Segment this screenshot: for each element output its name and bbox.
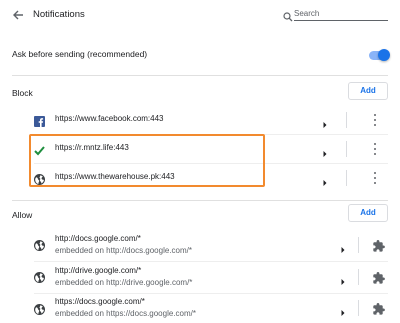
block-site-row[interactable]: https://www.facebook.com:443 [0,106,400,134]
row-separator [346,170,347,186]
site-url: https://r.mntz.life:443 [55,143,129,152]
allow-site-row[interactable]: https://docs.google.com/* embedded on ht… [0,294,400,323]
block-add-button[interactable]: Add [348,82,388,100]
allow-section-label: Allow [12,210,33,220]
page-title: Notifications [33,9,85,20]
site-url: https://docs.google.com/* [55,297,145,306]
site-embedded-on: embedded on http://drive.google.com/* [55,278,193,287]
chevron-right-icon[interactable] [321,174,329,186]
site-url: https://www.thewarehouse.pk:443 [55,172,175,181]
section-divider [12,75,388,76]
puzzle-icon[interactable] [373,271,385,284]
chevron-right-icon[interactable] [321,145,329,157]
search-icon [283,9,293,22]
site-url: https://www.facebook.com:443 [55,114,164,123]
row-separator [358,300,359,316]
site-embedded-on: embedded on https://docs.google.com/* [55,309,196,318]
more-options-icon[interactable] [372,114,378,126]
globe-icon [34,302,45,315]
row-separator [358,269,359,285]
row-separator [346,112,347,128]
site-url: http://drive.google.com/* [55,266,142,275]
section-divider [12,200,388,201]
allow-add-button[interactable]: Add [348,204,388,222]
globe-icon [34,238,45,251]
row-separator [346,141,347,157]
row-separator [358,237,359,253]
puzzle-icon[interactable] [373,302,385,315]
chevron-right-icon[interactable] [339,304,347,316]
site-url: http://docs.google.com/* [55,234,141,243]
search-input[interactable] [294,7,388,21]
chevron-right-icon[interactable] [339,241,347,253]
block-site-row[interactable]: https://www.thewarehouse.pk:443 [0,164,400,192]
arrow-left-icon[interactable] [12,8,24,22]
chevron-right-icon[interactable] [321,116,329,128]
toggle-knob [378,49,390,61]
allow-site-row[interactable]: http://docs.google.com/* embedded on htt… [0,230,400,260]
site-embedded-on: embedded on http://docs.google.com/* [55,246,192,255]
block-site-row[interactable]: https://r.mntz.life:443 [0,135,400,163]
green-check-icon [34,143,45,156]
allow-site-row[interactable]: http://drive.google.com/* embedded on ht… [0,262,400,292]
facebook-icon [34,114,45,127]
chevron-right-icon[interactable] [339,273,347,285]
puzzle-icon[interactable] [373,239,385,252]
ask-before-sending-row[interactable]: Ask before sending (recommended) [0,40,400,68]
more-options-icon[interactable] [372,172,378,184]
more-options-icon[interactable] [372,143,378,155]
globe-icon [34,270,45,283]
ask-before-sending-toggle[interactable] [369,49,390,61]
page-header: Notifications [0,0,400,32]
block-section-label: Block [12,88,33,98]
ask-before-sending-label: Ask before sending (recommended) [12,49,148,59]
globe-icon [34,172,45,185]
